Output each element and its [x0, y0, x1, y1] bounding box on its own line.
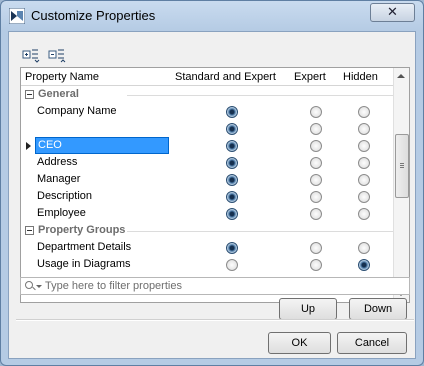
- cancel-button[interactable]: Cancel: [337, 332, 407, 354]
- property-row-usage-in-diagrams[interactable]: Usage in Diagrams: [21, 256, 393, 273]
- group-row-general[interactable]: General: [21, 86, 393, 103]
- property-label: Address: [37, 156, 78, 168]
- group-row-property-groups[interactable]: Property Groups: [21, 222, 393, 239]
- row-pointer-icon: [26, 142, 31, 150]
- column-header-hidden[interactable]: Hidden: [343, 71, 378, 83]
- scroll-up-icon[interactable]: [397, 74, 405, 78]
- scrollbar-thumb[interactable]: [395, 134, 409, 198]
- expert-radio[interactable]: [310, 106, 322, 118]
- property-row-description[interactable]: Description: [21, 188, 393, 205]
- collapse-toggle-icon[interactable]: [25, 90, 34, 99]
- property-label: CEO: [38, 139, 62, 151]
- standard-and-expert-radio[interactable]: [226, 242, 238, 254]
- standard-and-expert-radio[interactable]: [226, 106, 238, 118]
- column-header-standard-and-expert[interactable]: Standard and Expert: [175, 71, 276, 83]
- group-divider: [127, 95, 393, 96]
- hidden-radio[interactable]: [358, 174, 370, 186]
- column-header-property-name[interactable]: Property Name: [25, 71, 99, 83]
- collapse-all-icon[interactable]: [48, 47, 66, 63]
- property-row-company-name[interactable]: Company Name: [21, 103, 393, 120]
- standard-and-expert-radio[interactable]: [226, 191, 238, 203]
- property-row-manager[interactable]: Manager: [21, 171, 393, 188]
- standard-and-expert-radio[interactable]: [226, 174, 238, 186]
- property-row-blank[interactable]: [21, 120, 393, 137]
- expert-radio[interactable]: [310, 259, 322, 271]
- expert-radio[interactable]: [310, 157, 322, 169]
- expert-radio[interactable]: [310, 242, 322, 254]
- column-header-expert[interactable]: Expert: [294, 71, 326, 83]
- standard-and-expert-radio[interactable]: [226, 123, 238, 135]
- hidden-radio[interactable]: [358, 208, 370, 220]
- group-label: General: [38, 88, 79, 100]
- standard-and-expert-radio[interactable]: [226, 259, 238, 271]
- standard-and-expert-radio[interactable]: [226, 208, 238, 220]
- expand-all-icon[interactable]: [22, 47, 40, 63]
- expert-radio[interactable]: [310, 123, 322, 135]
- divider: [16, 319, 414, 321]
- ok-button[interactable]: OK: [268, 332, 331, 354]
- property-label: Description: [37, 190, 93, 202]
- hidden-radio[interactable]: [358, 242, 370, 254]
- customize-properties-dialog: Customize Properties ✕ Property Name Sta…: [0, 0, 424, 366]
- property-label: Manager: [37, 173, 81, 185]
- standard-and-expert-radio[interactable]: [226, 140, 238, 152]
- hidden-radio[interactable]: [358, 106, 370, 118]
- expert-radio[interactable]: [310, 174, 322, 186]
- property-row-ceo[interactable]: CEO: [21, 137, 393, 154]
- chevron-down-icon[interactable]: [36, 285, 42, 288]
- property-label: Department Details: [37, 241, 132, 253]
- window-title: Customize Properties: [31, 8, 156, 23]
- property-name-edit-field[interactable]: CEO: [35, 137, 169, 154]
- standard-and-expert-radio[interactable]: [226, 157, 238, 169]
- hidden-radio[interactable]: [358, 140, 370, 152]
- property-row-address[interactable]: Address: [21, 154, 393, 171]
- filter-field[interactable]: [20, 277, 410, 295]
- group-label: Property Groups: [38, 224, 126, 236]
- up-button[interactable]: Up: [279, 298, 337, 320]
- hidden-radio[interactable]: [358, 123, 370, 135]
- hidden-radio[interactable]: [358, 157, 370, 169]
- grip-icon: [400, 163, 404, 164]
- property-label: Employee: [37, 207, 86, 219]
- title-bar[interactable]: Customize Properties ✕: [1, 1, 423, 31]
- hidden-radio[interactable]: [358, 259, 370, 271]
- vertical-scrollbar[interactable]: [393, 68, 409, 302]
- properties-table: Property Name Standard and Expert Expert…: [20, 67, 410, 303]
- hidden-radio[interactable]: [358, 191, 370, 203]
- app-icon: [9, 8, 25, 24]
- down-button[interactable]: Down: [349, 298, 407, 320]
- property-row-employee[interactable]: Employee: [21, 205, 393, 222]
- search-icon[interactable]: [25, 281, 33, 289]
- group-divider: [127, 231, 393, 232]
- expert-radio[interactable]: [310, 140, 322, 152]
- expert-radio[interactable]: [310, 191, 322, 203]
- property-row-department-details[interactable]: Department Details: [21, 239, 393, 256]
- collapse-toggle-icon[interactable]: [25, 226, 34, 235]
- close-button[interactable]: ✕: [370, 3, 415, 22]
- filter-input[interactable]: [45, 279, 395, 292]
- property-label: Company Name: [37, 105, 117, 117]
- dialog-content: Property Name Standard and Expert Expert…: [8, 31, 416, 359]
- property-label: Usage in Diagrams: [37, 258, 131, 270]
- expert-radio[interactable]: [310, 208, 322, 220]
- close-icon: ✕: [387, 4, 398, 19]
- table-header: Property Name Standard and Expert Expert…: [21, 68, 393, 86]
